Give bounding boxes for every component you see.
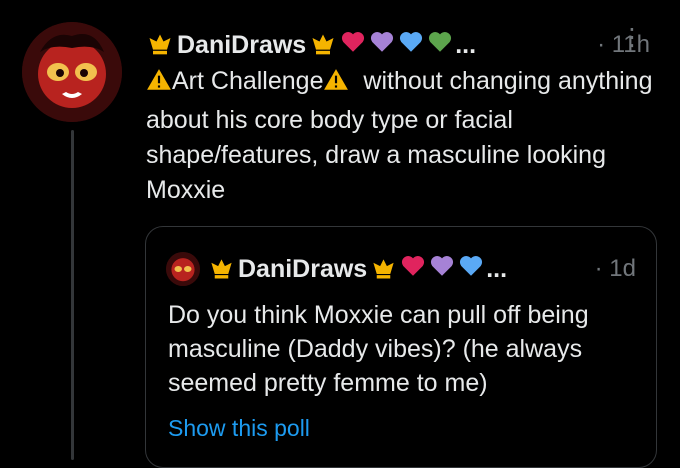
author-name[interactable]: DaniDraws xyxy=(146,31,337,60)
quoted-tweet[interactable]: DaniDraws ... · 1d Do you think Moxxie c… xyxy=(145,226,657,468)
quote-avatar xyxy=(166,252,200,286)
heart-purple-icon xyxy=(369,29,395,62)
heart-blue-icon xyxy=(398,29,424,62)
crown-icon xyxy=(211,258,232,278)
quote-timestamp: · 1d xyxy=(594,255,636,282)
crown-icon xyxy=(373,258,394,278)
quote-header: DaniDraws ... · 1d xyxy=(166,251,636,287)
heart-red-icon xyxy=(400,253,426,286)
challenge-title: Art Challenge xyxy=(172,67,324,95)
tweet-text: Art Challenge without changing anything … xyxy=(146,64,666,208)
heart-purple-icon xyxy=(429,253,455,286)
crown-icon xyxy=(149,34,171,55)
warning-icon xyxy=(323,67,349,103)
heart-blue-icon xyxy=(458,253,484,286)
warning-icon xyxy=(146,67,172,103)
heart-red-icon xyxy=(340,29,366,62)
more-options-icon[interactable]: ⋮ xyxy=(620,26,644,50)
avatar[interactable] xyxy=(22,22,122,122)
quote-name-truncation: ... xyxy=(486,254,508,283)
show-poll-link[interactable]: Show this poll xyxy=(168,415,310,442)
quote-text: Do you think Moxxie can pull off being m… xyxy=(168,301,589,397)
quote-author-name: DaniDraws xyxy=(208,255,397,284)
thread-line xyxy=(71,130,74,460)
crown-icon xyxy=(312,34,334,55)
name-truncation: ... xyxy=(455,30,477,59)
quote-author-text: DaniDraws xyxy=(238,254,368,283)
author-name-text: DaniDraws xyxy=(177,30,307,59)
heart-green-icon xyxy=(427,29,453,62)
tweet-header: DaniDraws ... · 11h ⋮ xyxy=(146,26,668,64)
